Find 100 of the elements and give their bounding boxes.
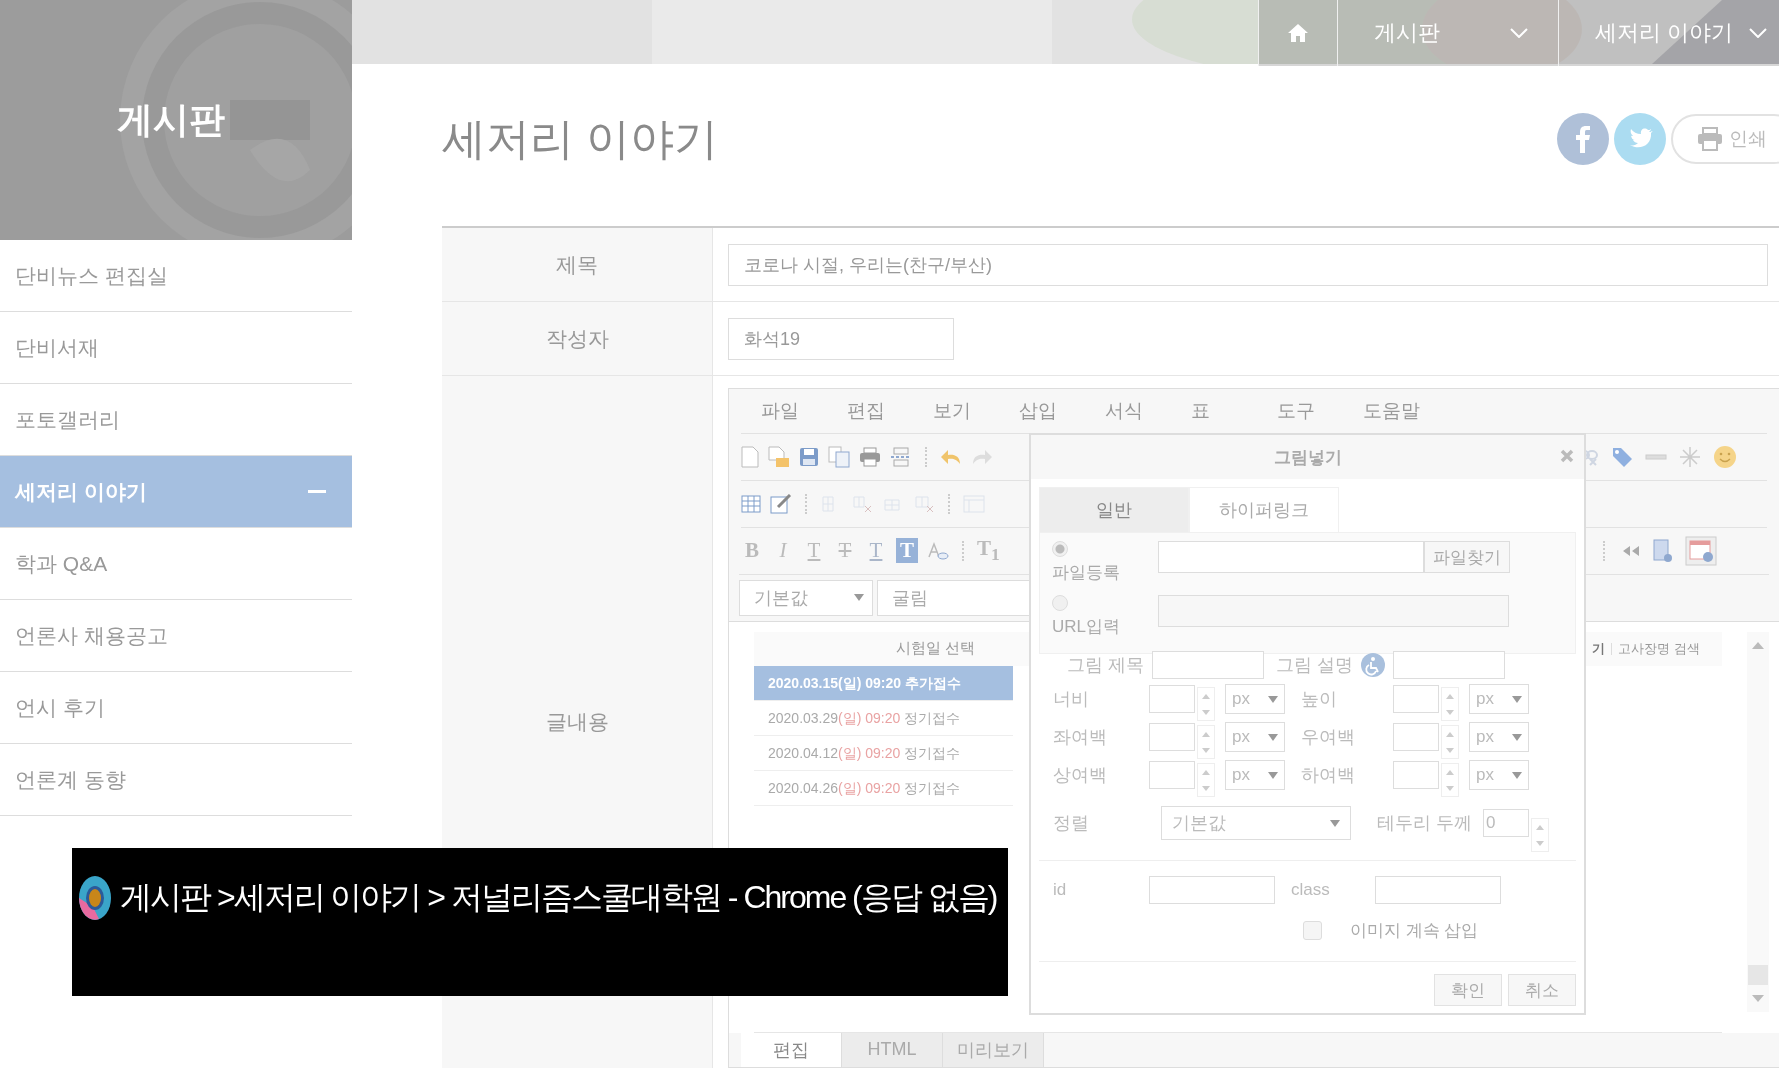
- close-icon[interactable]: [1560, 449, 1574, 463]
- date-row[interactable]: 2020.04.12(일) 09:20 정기접수: [754, 735, 1013, 771]
- window-title: 게시판 >세저리 이야기 > 저널리즘스쿨대학원 - Chrome (응답 없음): [120, 878, 997, 917]
- printer-icon: [1697, 127, 1723, 151]
- table-icon[interactable]: [741, 494, 761, 513]
- calendar-icon[interactable]: [1685, 535, 1717, 566]
- stepper[interactable]: [1197, 725, 1215, 759]
- radio-button[interactable]: [1052, 595, 1068, 611]
- sidebar-item[interactable]: 언론사 채용공고: [0, 600, 352, 672]
- sidebar-item[interactable]: 언시 후기: [0, 672, 352, 744]
- format-button[interactable]: T: [834, 538, 856, 564]
- dialog-tab[interactable]: 하이퍼링크: [1189, 487, 1339, 532]
- radio-button[interactable]: [1052, 541, 1068, 557]
- unit-select[interactable]: px: [1225, 684, 1285, 714]
- document-icon[interactable]: [741, 445, 759, 468]
- menu-item[interactable]: 편집: [847, 398, 933, 424]
- mode-tab[interactable]: 편집: [741, 1032, 842, 1067]
- date-row[interactable]: 2020.04.26(일) 09:20 정기접수: [754, 770, 1013, 806]
- format-button[interactable]: B: [741, 538, 763, 564]
- redo-icon[interactable]: [971, 447, 993, 466]
- font-select[interactable]: 기본값: [739, 579, 873, 616]
- menu-item[interactable]: 파일: [761, 398, 847, 424]
- unit-select[interactable]: px: [1469, 722, 1529, 752]
- content-link[interactable]: 기: [1592, 639, 1605, 658]
- stepper[interactable]: [1197, 763, 1215, 797]
- edit-icon[interactable]: [770, 493, 792, 514]
- home-button[interactable]: [1257, 0, 1338, 66]
- input-field[interactable]: [1149, 876, 1275, 904]
- author-field[interactable]: 화석19: [728, 317, 954, 360]
- format-button[interactable]: T: [803, 538, 825, 564]
- save-icon[interactable]: [799, 446, 819, 467]
- stepper[interactable]: [1531, 818, 1549, 852]
- input-field[interactable]: [1375, 876, 1501, 904]
- menu-item[interactable]: 도움말: [1363, 398, 1449, 424]
- mode-tab[interactable]: HTML: [842, 1032, 943, 1067]
- source-field[interactable]: [1158, 595, 1509, 627]
- input-field[interactable]: [1152, 651, 1264, 679]
- twitter-icon[interactable]: [1614, 113, 1666, 165]
- menu-item[interactable]: 도구: [1277, 398, 1363, 424]
- menu-item[interactable]: 삽입: [1019, 398, 1105, 424]
- tag-icon[interactable]: [1611, 445, 1633, 468]
- date-row[interactable]: 2020.03.29(일) 09:20 정기접수: [754, 700, 1013, 736]
- copy-icon[interactable]: [828, 445, 850, 468]
- title-field[interactable]: 코로나 시절, 우리는(찬구/부산): [728, 243, 1768, 286]
- smiley-icon[interactable]: [1713, 444, 1737, 469]
- unit-select[interactable]: px: [1469, 684, 1529, 714]
- document-add-icon[interactable]: [1653, 538, 1673, 563]
- page-break-icon[interactable]: [890, 446, 912, 467]
- format-button[interactable]: I: [772, 538, 794, 564]
- delete-rows-icon[interactable]: [851, 493, 873, 514]
- stepper[interactable]: [1441, 725, 1459, 759]
- format-button[interactable]: T$_{1}$: [977, 536, 999, 566]
- clear-format-icon[interactable]: [927, 540, 949, 561]
- number-field[interactable]: [1393, 685, 1439, 713]
- dialog-tab[interactable]: 일반: [1039, 487, 1189, 532]
- sparkle-icon[interactable]: [1679, 445, 1701, 468]
- sidebar-item[interactable]: 단비서재: [0, 312, 352, 384]
- stepper[interactable]: [1197, 687, 1215, 721]
- mode-tab[interactable]: 미리보기: [943, 1032, 1044, 1067]
- number-field[interactable]: [1149, 685, 1195, 713]
- sidebar-item[interactable]: 세저리 이야기: [0, 456, 352, 528]
- facebook-icon[interactable]: [1557, 113, 1609, 165]
- folder-document-icon[interactable]: [768, 445, 790, 468]
- source-field[interactable]: [1158, 541, 1424, 573]
- content-link[interactable]: 고사장명 검색: [1618, 639, 1700, 658]
- nav-dropdown[interactable]: 게시판: [1337, 0, 1559, 66]
- caret-icon: [1512, 771, 1522, 779]
- date-row[interactable]: 2020.03.15(일) 09:20 추가접수: [754, 665, 1013, 701]
- browse-button[interactable]: 파일찾기: [1424, 541, 1510, 573]
- number-field[interactable]: [1393, 723, 1439, 751]
- number-field[interactable]: [1149, 761, 1195, 789]
- menu-item[interactable]: 보기: [933, 398, 1019, 424]
- number-field[interactable]: 0: [1483, 809, 1529, 837]
- checkbox[interactable]: [1303, 920, 1322, 940]
- stepper[interactable]: [1441, 687, 1459, 721]
- quote-icon[interactable]: [1621, 543, 1641, 558]
- align-select[interactable]: 기본값: [1161, 806, 1351, 840]
- stepper[interactable]: [1441, 763, 1459, 797]
- unit-select[interactable]: px: [1469, 760, 1529, 790]
- sidebar-item[interactable]: 단비뉴스 편집실: [0, 240, 352, 312]
- nav-dropdown[interactable]: 세저리 이야기: [1558, 0, 1779, 66]
- number-field[interactable]: [1149, 723, 1195, 751]
- sidebar-item[interactable]: 학과 Q&A: [0, 528, 352, 600]
- menu-item[interactable]: 표: [1191, 398, 1277, 424]
- number-field[interactable]: [1393, 761, 1439, 789]
- input-field[interactable]: [1393, 651, 1506, 679]
- menu-item[interactable]: 서식: [1105, 398, 1191, 424]
- field-label: 좌여백: [1053, 726, 1108, 749]
- unit-select[interactable]: px: [1225, 760, 1285, 790]
- scrollbar[interactable]: [1747, 631, 1769, 1012]
- dialog-button[interactable]: 취소: [1508, 974, 1576, 1006]
- format-button[interactable]: T: [896, 538, 918, 564]
- unit-select[interactable]: px: [1225, 722, 1285, 752]
- sidebar-item[interactable]: 언론계 동향: [0, 744, 352, 816]
- format-button[interactable]: T: [865, 538, 887, 564]
- delete-columns-icon[interactable]: [913, 493, 935, 514]
- print-button[interactable]: 인쇄: [1671, 114, 1779, 164]
- page-title: 세저리 이야기: [442, 112, 719, 165]
- dialog-button[interactable]: 확인: [1434, 974, 1502, 1006]
- printer-icon[interactable]: [859, 446, 881, 467]
